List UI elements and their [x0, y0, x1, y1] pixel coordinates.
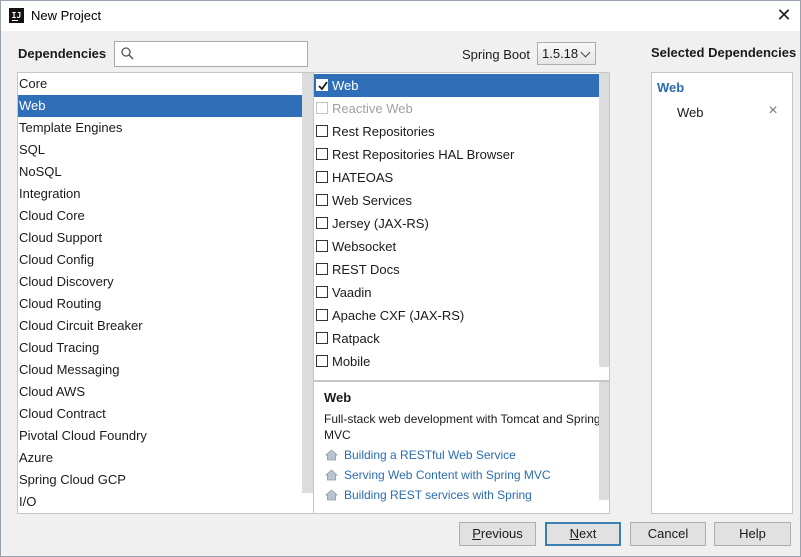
guide-link[interactable]: Building REST services with Spring [324, 486, 532, 504]
new-project-dialog: IJ New Project ✕ Dependencies Spring Boo… [0, 0, 801, 557]
guide-link[interactable]: Serving Web Content with Spring MVC [324, 466, 551, 484]
dependency-item[interactable]: Jersey (JAX-RS) [314, 212, 600, 235]
category-item[interactable]: Pivotal Cloud Foundry [18, 425, 302, 447]
window-title: New Project [31, 8, 102, 23]
close-icon[interactable]: ✕ [772, 4, 796, 28]
dependency-item: Reactive Web [314, 97, 600, 120]
selected-dependencies-label: Selected Dependencies [651, 45, 797, 60]
category-item[interactable]: Cloud Discovery [18, 271, 302, 293]
description-text: Full-stack web development with Tomcat a… [324, 412, 601, 442]
dependency-label: Websocket [332, 239, 397, 254]
dependency-item[interactable]: Vaadin [314, 281, 600, 304]
dependency-item[interactable]: Ratpack [314, 327, 600, 350]
dependency-checkbox[interactable] [316, 240, 328, 252]
home-icon [325, 489, 338, 501]
category-item[interactable]: Cloud Routing [18, 293, 302, 315]
dependency-label: Rest Repositories HAL Browser [332, 147, 515, 162]
description-panel: Web Full-stack web development with Tomc… [314, 381, 610, 514]
category-item[interactable]: Cloud Messaging [18, 359, 302, 381]
dependency-label: Web Services [332, 193, 412, 208]
search-icon [121, 47, 134, 60]
category-item[interactable]: Cloud Tracing [18, 337, 302, 359]
intellij-icon: IJ [9, 8, 24, 23]
dependency-label: Vaadin [332, 285, 372, 300]
guide-link-label: Serving Web Content with Spring MVC [344, 468, 551, 482]
category-item[interactable]: Cloud Core [18, 205, 302, 227]
dependencies-label: Dependencies [18, 46, 107, 61]
dependency-item[interactable]: Web [314, 74, 600, 97]
category-item[interactable]: SQL [18, 139, 302, 161]
chevron-down-icon [580, 47, 591, 58]
spring-boot-label: Spring Boot [462, 47, 530, 62]
category-item[interactable]: I/O [18, 491, 302, 513]
help-button[interactable]: Help [714, 522, 791, 546]
dependency-checkbox[interactable] [316, 332, 328, 344]
dependency-label: Rest Repositories [332, 124, 435, 139]
dependency-item[interactable]: HATEOAS [314, 166, 600, 189]
dependency-label: Web [332, 78, 359, 93]
dependency-label: Jersey (JAX-RS) [332, 216, 429, 231]
category-item[interactable]: Cloud Config [18, 249, 302, 271]
category-item[interactable]: Cloud Contract [18, 403, 302, 425]
dependency-scrollbar[interactable] [599, 73, 609, 367]
dependency-checkbox[interactable] [316, 217, 328, 229]
dependency-checkbox[interactable] [316, 286, 328, 298]
category-item[interactable]: Cloud Circuit Breaker [18, 315, 302, 337]
dependency-item[interactable]: Apache CXF (JAX-RS) [314, 304, 600, 327]
check-icon [318, 81, 328, 91]
cancel-button[interactable]: Cancel [630, 522, 706, 546]
dependency-item[interactable]: Rest Repositories [314, 120, 600, 143]
dependency-item[interactable]: Rest Repositories HAL Browser [314, 143, 600, 166]
selected-item: Web [677, 105, 704, 120]
category-item[interactable]: Core [18, 73, 302, 95]
dependency-label: HATEOAS [332, 170, 394, 185]
home-icon [325, 449, 338, 461]
spring-boot-version-value: 1.5.18 [542, 46, 579, 61]
dependency-list: Web Reactive Web Rest Repositories Rest Rep… [314, 72, 610, 381]
description-scrollbar[interactable] [599, 382, 609, 500]
category-scrollbar[interactable] [302, 73, 313, 493]
guide-link[interactable]: Building a RESTful Web Service [324, 446, 516, 464]
category-item[interactable]: Spring Cloud GCP [18, 469, 302, 491]
selected-dependencies-panel: Web Web × [651, 72, 793, 514]
dependency-checkbox[interactable] [316, 79, 328, 91]
guide-link-label: Building REST services with Spring [344, 488, 532, 502]
selected-group-title: Web [657, 80, 685, 95]
search-input[interactable] [137, 44, 303, 64]
dependency-item[interactable]: REST Docs [314, 258, 600, 281]
previous-button[interactable]: Previous [459, 522, 536, 546]
dependency-checkbox[interactable] [316, 355, 328, 367]
dependency-checkbox[interactable] [316, 309, 328, 321]
dependency-checkbox[interactable] [316, 125, 328, 137]
dependency-label: Ratpack [332, 331, 380, 346]
search-field[interactable] [114, 41, 308, 67]
category-item[interactable]: Template Engines [18, 117, 302, 139]
next-button[interactable]: Next [545, 522, 621, 546]
dependency-label: Apache CXF (JAX-RS) [332, 308, 465, 323]
dependency-checkbox[interactable] [316, 171, 328, 183]
category-item[interactable]: Web [18, 95, 313, 117]
dependency-item[interactable]: Mobile [314, 350, 600, 373]
category-item[interactable]: Azure [18, 447, 302, 469]
category-item[interactable]: NoSQL [18, 161, 302, 183]
spring-boot-version-select[interactable]: 1.5.18 [537, 42, 596, 65]
description-title: Web [324, 390, 352, 405]
dependency-checkbox[interactable] [316, 194, 328, 206]
category-item[interactable]: Integration [18, 183, 302, 205]
remove-icon[interactable]: × [766, 103, 780, 119]
dependency-label: Reactive Web [332, 101, 413, 116]
dependency-checkbox[interactable] [316, 148, 328, 160]
dependency-checkbox[interactable] [316, 263, 328, 275]
dependency-label: REST Docs [332, 262, 400, 277]
guide-link-label: Building a RESTful Web Service [344, 448, 516, 462]
category-item[interactable]: Cloud Support [18, 227, 302, 249]
dependency-label: Mobile [332, 354, 371, 369]
dependency-item[interactable]: Web Services [314, 189, 600, 212]
home-icon [325, 469, 338, 481]
category-list: Core Web Template Engines SQL NoSQL Integrati… [17, 72, 314, 514]
category-item[interactable]: Cloud AWS [18, 381, 302, 403]
title-bar: IJ New Project ✕ [1, 1, 800, 31]
dependency-item[interactable]: Websocket [314, 235, 600, 258]
dependency-checkbox [316, 102, 328, 114]
